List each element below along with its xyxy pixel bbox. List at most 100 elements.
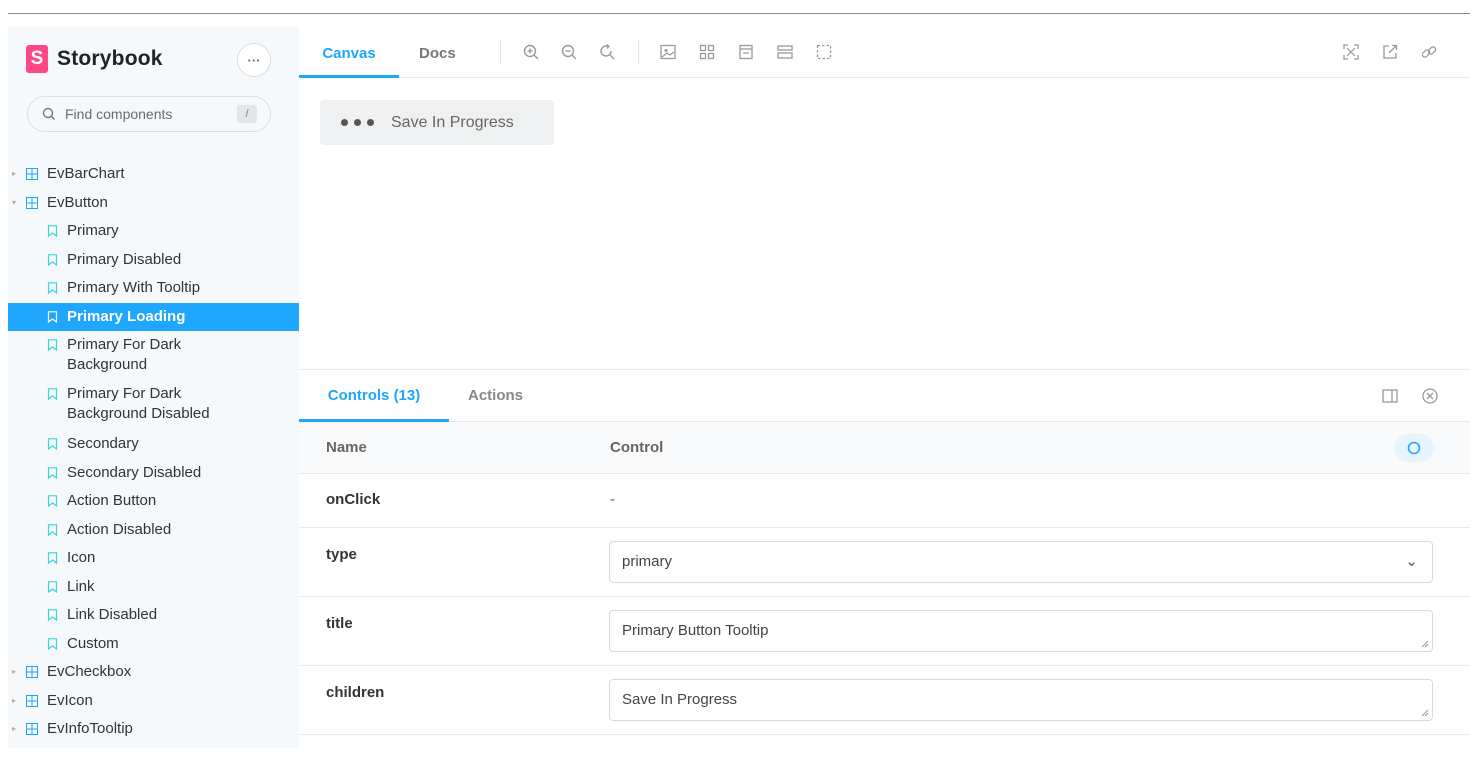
window-top-border	[8, 13, 1470, 14]
control-row-title: title Primary Button Tooltip	[299, 597, 1470, 666]
fullscreen-icon[interactable]	[1342, 43, 1360, 61]
tree-item-evicon[interactable]: ▸ EvIcon	[8, 687, 299, 716]
toolbar-divider	[500, 39, 501, 65]
tab-canvas[interactable]: Canvas	[299, 26, 399, 78]
bookmark-icon	[47, 438, 58, 450]
tab-actions[interactable]: Actions	[468, 370, 523, 422]
story-item-secondary-disabled[interactable]: Secondary Disabled	[8, 459, 299, 488]
close-panel-icon[interactable]	[1421, 387, 1439, 405]
bookmark-icon	[47, 495, 58, 507]
zoom-in-icon[interactable]	[522, 43, 540, 61]
toolbar: Canvas Docs	[299, 26, 1470, 78]
bookmark-icon	[47, 523, 58, 536]
search-icon	[42, 107, 55, 120]
background-icon[interactable]	[659, 43, 677, 61]
select-value: primary	[622, 553, 673, 570]
story-label: Custom	[67, 634, 119, 652]
type-select[interactable]: primary ⌄	[609, 541, 1433, 583]
control-row-children: children Save In Progress	[299, 666, 1470, 735]
children-textarea[interactable]: Save In Progress	[609, 679, 1433, 721]
reset-icon	[1407, 441, 1421, 455]
tree-item-label: EvBarChart	[47, 165, 125, 182]
textarea-value: Save In Progress	[622, 691, 738, 708]
bookmark-icon	[47, 310, 58, 323]
component-icon	[26, 196, 38, 209]
story-item-link[interactable]: Link	[8, 573, 299, 602]
tab-docs[interactable]: Docs	[419, 26, 456, 78]
control-row-type: type primary ⌄	[299, 528, 1470, 597]
search-input[interactable]	[63, 105, 227, 123]
tree-item-evbarchart[interactable]: ▸ EvBarChart	[8, 160, 299, 189]
story-label: Link Disabled	[67, 606, 158, 623]
bookmark-icon	[47, 466, 58, 479]
zoom-reset-icon[interactable]	[598, 43, 616, 61]
control-name: onClick	[326, 491, 381, 508]
textarea-value: Primary Button Tooltip	[622, 622, 769, 639]
resize-handle-icon[interactable]	[1421, 709, 1429, 717]
tab-controls[interactable]: Controls (13)	[299, 370, 449, 422]
story-label: Link	[67, 577, 95, 595]
story-item-primary-with-tooltip[interactable]: Primary With Tooltip	[8, 274, 299, 303]
brand-title: Storybook	[57, 47, 163, 70]
story-item-primary-for-dark-background-disabled[interactable]: Primary For Dark Background Disabled	[8, 380, 299, 430]
story-label: Action Disabled	[67, 520, 172, 538]
expand-arrow-icon[interactable]: ▸	[12, 164, 22, 184]
viewport-icon[interactable]	[737, 43, 755, 61]
expand-arrow-icon[interactable]: ▸	[12, 691, 22, 711]
open-new-tab-icon[interactable]	[1381, 43, 1399, 61]
story-item-primary-for-dark-background[interactable]: Primary For Dark Background	[8, 331, 299, 380]
expand-arrow-icon[interactable]: ▸	[12, 719, 22, 739]
tree-item-evcheckbox[interactable]: ▸ EvCheckbox	[8, 658, 299, 687]
menu-button[interactable]: ···	[237, 43, 271, 77]
story-item-primary-disabled[interactable]: Primary Disabled	[8, 246, 299, 275]
column-header-name: Name	[326, 439, 367, 456]
control-name: children	[326, 684, 385, 701]
story-item-action-disabled[interactable]: Action Disabled	[8, 516, 299, 545]
component-icon	[26, 666, 38, 678]
tree-item-evinfotooltip[interactable]: ▸ EvInfoTooltip	[8, 715, 299, 744]
story-item-secondary[interactable]: Secondary	[8, 430, 299, 459]
copy-link-icon[interactable]	[1420, 43, 1438, 61]
addons-panel: Controls (13) Actions Name Control onCli…	[299, 369, 1470, 749]
button-label: Save In Progress	[391, 113, 514, 131]
bookmark-icon	[47, 282, 58, 294]
panel-orientation-icon[interactable]	[1381, 387, 1399, 405]
loading-dots-icon	[341, 119, 374, 126]
zoom-out-icon[interactable]	[560, 43, 578, 61]
brand[interactable]: S Storybook	[26, 44, 163, 74]
bookmark-icon	[47, 580, 58, 593]
control-value: -	[610, 491, 615, 508]
controls-table: Name Control onClick - type primary ⌄ ti…	[299, 422, 1470, 735]
story-item-icon[interactable]: Icon	[8, 544, 299, 573]
storybook-app: S Storybook ··· / ▸ EvBarChart ▾ EvButto…	[8, 26, 1470, 749]
search-box[interactable]: /	[27, 96, 271, 132]
title-textarea[interactable]: Primary Button Tooltip	[609, 610, 1433, 652]
measure-icon[interactable]	[776, 43, 794, 61]
loading-dot	[367, 119, 374, 126]
column-header-control: Control	[610, 439, 664, 456]
expand-arrow-icon[interactable]: ▸	[12, 662, 22, 682]
resize-handle-icon[interactable]	[1421, 640, 1429, 648]
tree-item-evbutton[interactable]: ▾ EvButton	[8, 189, 299, 218]
collapse-arrow-icon[interactable]: ▾	[12, 193, 22, 213]
storybook-logo: S	[26, 45, 48, 73]
story-label: Primary With Tooltip	[67, 279, 201, 296]
story-item-action-button[interactable]: Action Button	[8, 487, 299, 516]
story-item-custom[interactable]: Custom	[8, 630, 299, 659]
bookmark-icon	[47, 339, 58, 351]
component-tree: ▸ EvBarChart ▾ EvButton Primary Primary …	[8, 160, 299, 744]
grid-icon[interactable]	[698, 43, 716, 61]
chevron-down-icon: ⌄	[1405, 553, 1418, 570]
outline-icon[interactable]	[815, 43, 833, 61]
story-item-link-disabled[interactable]: Link Disabled	[8, 601, 299, 630]
bookmark-icon	[47, 253, 58, 266]
bookmark-icon	[47, 552, 58, 564]
bookmark-icon	[47, 609, 58, 621]
story-label: Secondary	[67, 435, 139, 452]
story-item-primary[interactable]: Primary	[8, 217, 299, 246]
reset-controls-button[interactable]	[1394, 434, 1434, 462]
save-in-progress-button[interactable]: Save In Progress	[320, 100, 554, 145]
story-label: Primary Disabled	[67, 250, 182, 268]
bookmark-icon	[47, 388, 58, 400]
story-item-primary-loading[interactable]: Primary Loading	[8, 302, 299, 331]
